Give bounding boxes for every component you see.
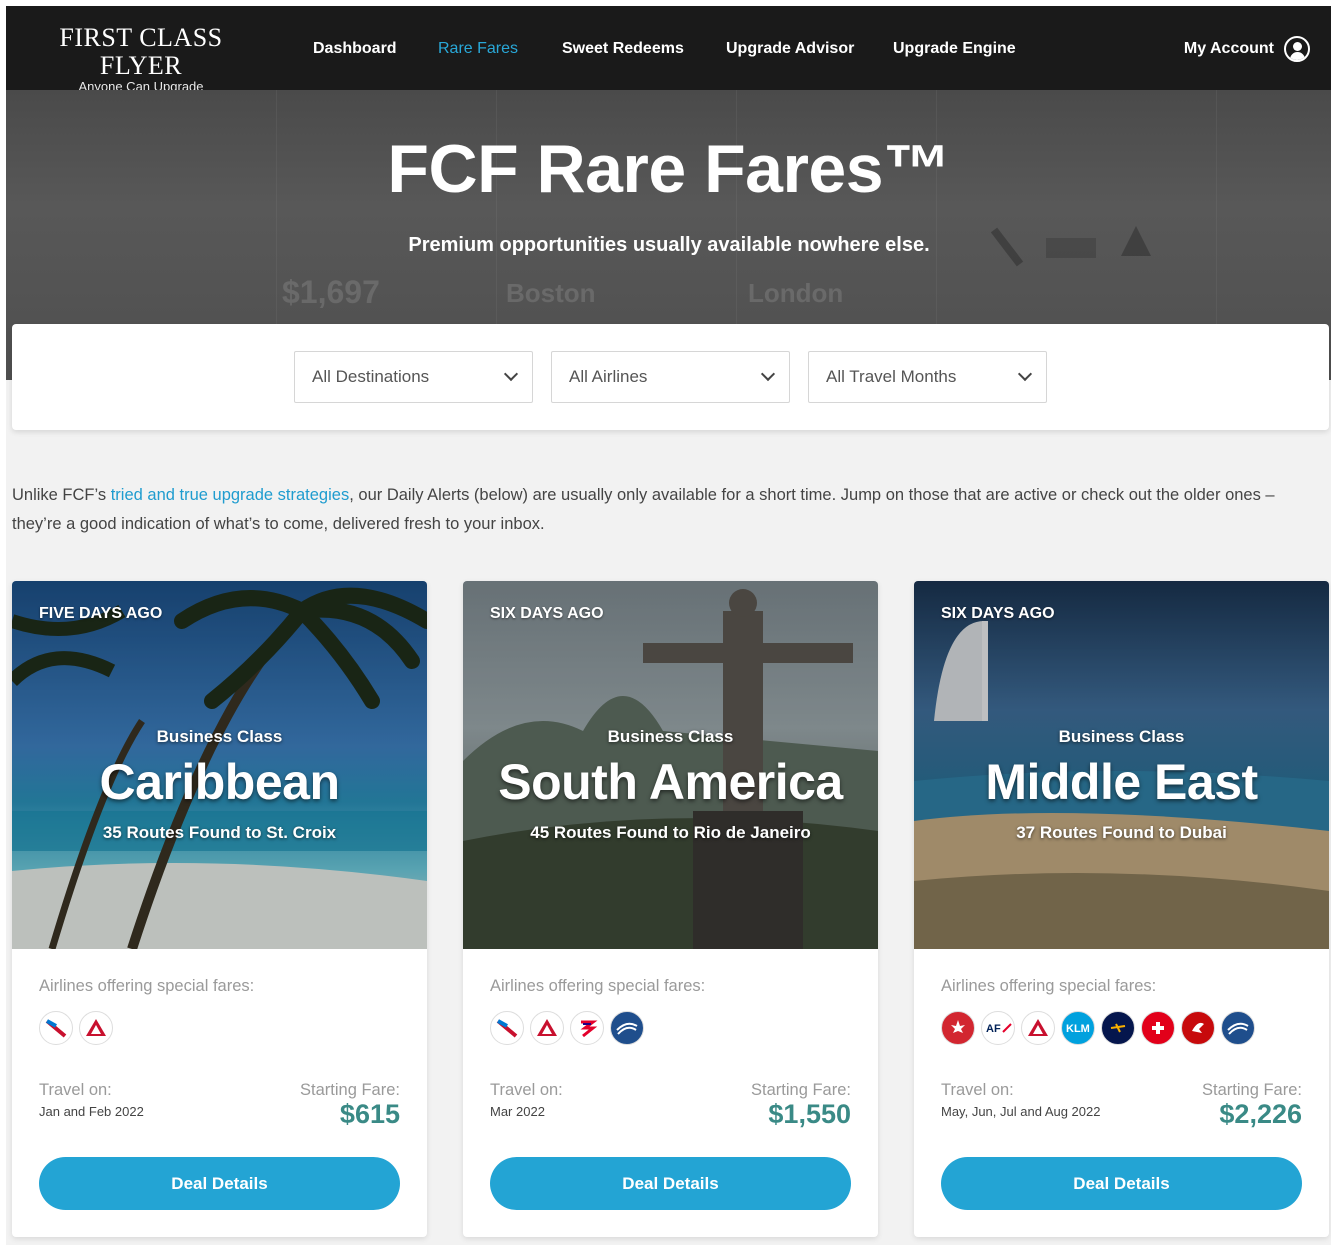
american-airlines-logo-icon [490,1011,524,1045]
turkish-airlines-logo-icon [1181,1011,1215,1045]
chevron-down-icon [760,366,776,382]
airlines-label: Airlines offering special fares: [941,977,1157,995]
american-airlines-logo-icon [39,1011,73,1045]
travel-dates: May, Jun, Jul and Aug 2022 [941,1104,1101,1119]
starting-fare: $615 [339,1099,400,1129]
fare-label: Starting Fare: [1202,1081,1302,1099]
klm-logo-icon: KLM [1061,1011,1095,1045]
nav-upgrade-engine[interactable]: Upgrade Engine [893,40,1016,58]
deal-image-beach: FIVE DAYS AGO Business Class Caribbean 3… [12,581,427,949]
hero-bg-origin: Boston [506,278,596,308]
airline-logos: AF KLM [941,1011,1255,1045]
my-account-label: My Account [1183,40,1274,57]
deal-card-middle-east[interactable]: SIX DAYS AGO Business Class Middle East … [914,581,1329,1237]
travel-label: Travel on: [490,1081,563,1099]
delta-logo-icon [530,1011,564,1045]
user-icon [1284,36,1310,62]
routes-found: 45 Routes Found to Rio de Janeiro [530,823,811,842]
delta-logo-icon [1021,1011,1055,1045]
page-subtitle: Premium opportunities usually available … [408,234,930,256]
filter-panel: All Destinations All Airlines All Travel… [12,324,1329,430]
deal-card-caribbean[interactable]: FIVE DAYS AGO Business Class Caribbean 3… [12,581,427,1237]
starting-fare: $2,226 [1219,1099,1302,1129]
nav-sweet-redeems[interactable]: Sweet Redeems [562,40,684,58]
hero-bg-price: $1,697 [282,274,380,310]
nav-dashboard[interactable]: Dashboard [313,40,397,58]
fare-label: Starting Fare: [300,1081,400,1099]
page-title: FCF Rare Fares™ [387,131,951,207]
routes-found: 35 Routes Found to St. Croix [102,823,337,842]
air-canada-logo-icon [941,1011,975,1045]
cabin-class: Business Class [1058,727,1185,746]
travel-month-select-value: All Travel Months [826,367,957,386]
deal-card-south-america[interactable]: SIX DAYS AGO Business Class South Americ… [463,581,878,1237]
svg-text:AF: AF [986,1023,1001,1035]
deal-details-button[interactable]: Deal Details [941,1157,1302,1210]
lufthansa-logo-icon [1101,1011,1135,1045]
posted-age: SIX DAYS AGO [941,605,1055,622]
united-logo-icon [610,1011,644,1045]
my-account-link[interactable]: My Account [1184,36,1310,62]
nav-upgrade-advisor[interactable]: Upgrade Advisor [726,40,854,58]
deal-region: Caribbean [99,754,340,810]
air-france-logo-icon: AF [981,1011,1015,1045]
deal-details-button[interactable]: Deal Details [39,1157,400,1210]
travel-month-select[interactable]: All Travel Months [808,351,1047,403]
deal-region: South America [498,754,843,810]
latam-logo-icon [570,1011,604,1045]
starting-fare: $1,550 [768,1099,851,1129]
routes-found: 37 Routes Found to Dubai [1016,823,1227,842]
cabin-class: Business Class [607,727,734,746]
airline-logos [39,1011,113,1045]
deal-image-rio: SIX DAYS AGO Business Class South Americ… [463,581,878,949]
travel-label: Travel on: [39,1081,112,1099]
intro-paragraph: Unlike FCF’s tried and true upgrade stra… [12,486,1275,533]
upgrade-strategies-link[interactable]: tried and true upgrade strategies [111,486,350,504]
svg-text:KLM: KLM [1066,1023,1090,1035]
travel-label: Travel on: [941,1081,1014,1099]
nav-rare-fares[interactable]: Rare Fares [438,40,518,58]
logo-title: FIRST CLASS FLYER [59,23,223,80]
chevron-down-icon [503,366,519,382]
swiss-logo-icon [1141,1011,1175,1045]
united-logo-icon [1221,1011,1255,1045]
deal-image-dubai: SIX DAYS AGO Business Class Middle East … [914,581,1329,949]
fare-label: Starting Fare: [751,1081,851,1099]
hero-bg-destination: London [748,278,844,308]
chevron-down-icon [1017,366,1033,382]
airlines-label: Airlines offering special fares: [39,977,255,995]
posted-age: SIX DAYS AGO [490,605,604,622]
travel-dates: Mar 2022 [490,1104,545,1119]
top-nav: FIRST CLASS FLYER Anyone Can Upgrade Das… [6,6,1332,94]
cabin-class: Business Class [156,727,283,746]
posted-age: FIVE DAYS AGO [39,605,163,622]
deal-details-button[interactable]: Deal Details [490,1157,851,1210]
airline-logos [490,1011,644,1045]
site-logo[interactable]: FIRST CLASS FLYER Anyone Can Upgrade [32,24,250,94]
airlines-label: Airlines offering special fares: [490,977,706,995]
delta-logo-icon [79,1011,113,1045]
destination-select[interactable]: All Destinations [294,351,533,403]
airline-select-value: All Airlines [569,367,648,386]
deal-region: Middle East [985,754,1258,810]
travel-dates: Jan and Feb 2022 [39,1104,144,1119]
airline-select[interactable]: All Airlines [551,351,790,403]
destination-select-value: All Destinations [312,367,430,386]
